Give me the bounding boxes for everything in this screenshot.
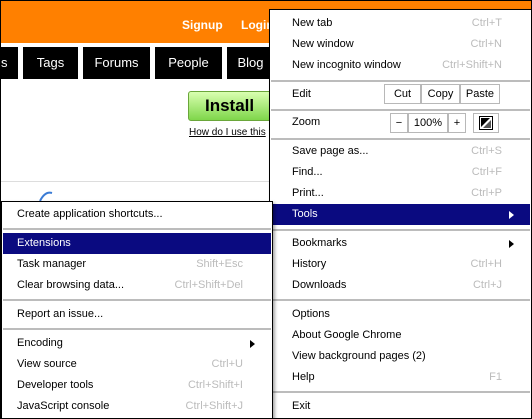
menu-separator [271,80,530,82]
menu-item-create-shortcuts[interactable]: Create application shortcuts... [3,204,271,225]
menu-item-print[interactable]: Print... Ctrl+P [271,183,530,204]
signup-link[interactable]: Signup [182,18,223,32]
paste-button[interactable]: Paste [460,84,500,104]
menu-separator [271,299,530,301]
page-divider [1,181,271,182]
menu-item-task-manager[interactable]: Task manager Shift+Esc [3,254,271,275]
menu-separator [3,328,271,330]
how-to-use-link[interactable]: How do I use this [189,127,266,138]
menu-item-javascript-console[interactable]: JavaScript console Ctrl+Shift+J [3,396,271,417]
menu-separator [3,299,271,301]
menu-item-encoding[interactable]: Encoding [3,333,271,354]
menu-item-view-source[interactable]: View source Ctrl+U [3,354,271,375]
menu-item-history[interactable]: History Ctrl+H [271,254,530,275]
zoom-level: 100% [408,113,448,133]
copy-button[interactable]: Copy [421,84,460,104]
menu-item-exit[interactable]: Exit [271,396,530,417]
nav-tab-partial[interactable]: s [1,47,21,79]
submenu-arrow-icon [509,211,514,219]
menu-separator [3,228,271,230]
menu-item-options[interactable]: Options [271,304,530,325]
menu-item-about[interactable]: About Google Chrome [271,325,530,346]
menu-item-new-incognito[interactable]: New incognito window Ctrl+Shift+N [271,55,530,76]
menu-separator [271,138,530,140]
menu-separator [271,229,530,231]
nav-tab-people[interactable]: People [155,47,225,79]
menu-item-developer-tools[interactable]: Developer tools Ctrl+Shift+I [3,375,271,396]
menu-item-bookmarks[interactable]: Bookmarks [271,233,530,254]
menu-separator [271,391,530,393]
menu-item-downloads[interactable]: Downloads Ctrl+J [271,275,530,296]
menu-item-help[interactable]: Help F1 [271,367,530,388]
fullscreen-icon [479,116,493,130]
zoom-out-button[interactable]: − [390,113,408,133]
menu-item-extensions[interactable]: Extensions [3,233,271,254]
menu-separator [271,109,530,111]
submenu-arrow-icon [250,340,255,348]
menu-item-save-page[interactable]: Save page as... Ctrl+S [271,141,530,162]
zoom-in-button[interactable]: + [448,113,466,133]
menu-item-new-window[interactable]: New window Ctrl+N [271,34,530,55]
nav-tab-forums[interactable]: Forums [83,47,153,79]
menu-item-clear-data[interactable]: Clear browsing data... Ctrl+Shift+Del [3,275,271,296]
menu-item-new-tab[interactable]: New tab Ctrl+T [271,13,530,34]
menu-item-find[interactable]: Find... Ctrl+F [271,162,530,183]
fullscreen-button[interactable] [473,113,499,133]
chrome-main-menu: New tab Ctrl+T New window Ctrl+N New inc… [269,9,531,418]
cut-button[interactable]: Cut [384,84,421,104]
menu-item-background-pages[interactable]: View background pages (2) [271,346,530,367]
browser-window: Signup Login s Tags Forums People Blog I… [0,0,532,419]
tools-submenu: Create application shortcuts... Extensio… [1,201,273,418]
menu-item-tools[interactable]: Tools [271,204,530,225]
menu-item-report-issue[interactable]: Report an issue... [3,304,271,325]
nav-tab-tags[interactable]: Tags [23,47,81,79]
install-button[interactable]: Install [188,91,274,121]
submenu-arrow-icon [509,240,514,248]
